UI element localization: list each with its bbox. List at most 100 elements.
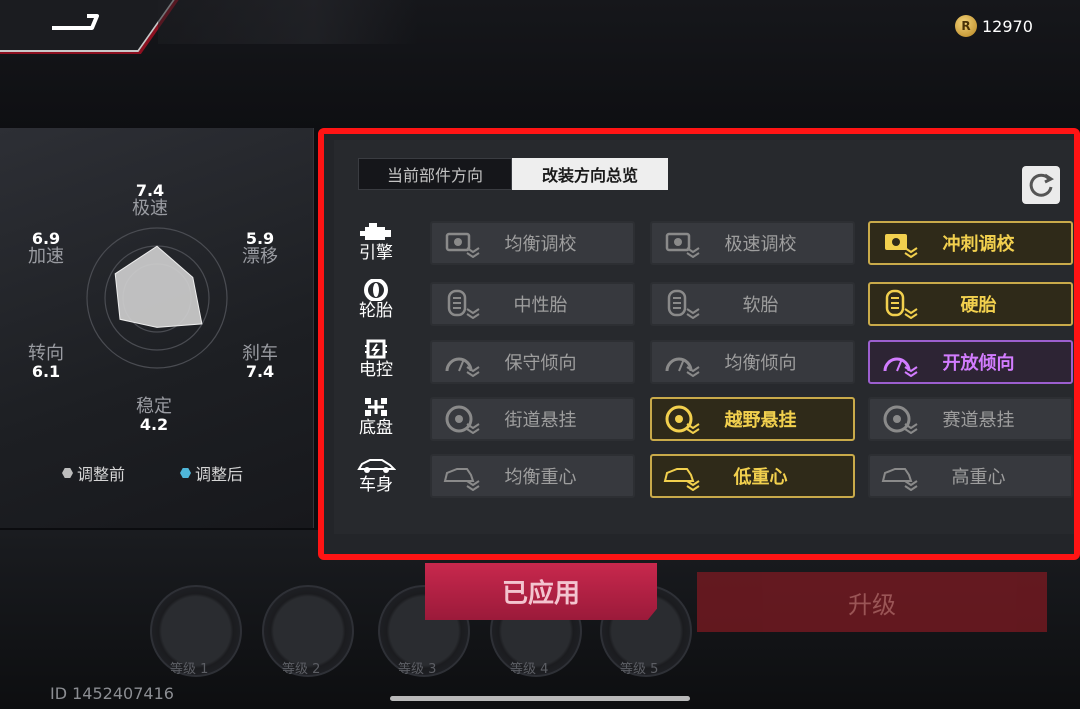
- option-suspension-offroad[interactable]: 越野悬挂: [650, 397, 855, 441]
- row-label-text: 引擎: [359, 243, 393, 263]
- engine-part-icon: [652, 228, 712, 258]
- stat-steering: 转向 6.1: [22, 344, 70, 381]
- row-label-text: 车身: [359, 475, 393, 495]
- brake-disc-icon: [652, 404, 712, 434]
- gauge-label: 等级 3: [398, 662, 437, 677]
- car-part-icon: [870, 461, 930, 491]
- gauge-part-icon: [870, 347, 930, 377]
- tire-part-icon: [432, 289, 492, 319]
- tire-part-icon: [870, 289, 930, 319]
- tab-current-direction[interactable]: 当前部件方向: [358, 158, 512, 190]
- chassis-icon: [365, 398, 387, 416]
- option-label: 极速调校: [724, 234, 797, 255]
- option-label: 街道悬挂: [504, 410, 577, 431]
- row-label-chassis: 底盘: [352, 396, 400, 438]
- tab-overview[interactable]: 改装方向总览: [512, 158, 668, 190]
- hexagon-icon: [62, 468, 73, 478]
- stat-value: 6.1: [31, 361, 61, 381]
- tab-bar: 当前部件方向 改装方向总览: [358, 158, 668, 190]
- row-label-text: 电控: [359, 360, 393, 380]
- gauge-label: 等级 5: [620, 662, 659, 677]
- option-body-low[interactable]: 低重心: [650, 454, 855, 498]
- gauge-label: 等级 2: [282, 662, 321, 677]
- stat-value: 4.2: [139, 414, 169, 434]
- option-label: 均衡调校: [504, 234, 577, 255]
- stat-top-speed: 7.4 极速: [126, 182, 174, 219]
- stat-acceleration: 6.9 加速: [22, 230, 70, 267]
- option-label: 保守倾向: [504, 353, 577, 374]
- stat-value: 7.4: [245, 361, 275, 381]
- option-suspension-street[interactable]: 街道悬挂: [430, 397, 635, 441]
- reset-button[interactable]: [1022, 166, 1060, 204]
- top-breadcrumb-tab: [158, 0, 418, 44]
- option-label: 冲刺调校: [942, 234, 1015, 255]
- option-body-balanced[interactable]: 均衡重心: [430, 454, 635, 498]
- engine-part-icon: [870, 228, 930, 258]
- tire-part-icon: [652, 289, 712, 319]
- option-tire-neutral[interactable]: 中性胎: [430, 282, 635, 326]
- option-ecu-open[interactable]: 开放倾向: [868, 340, 1073, 384]
- row-label-text: 轮胎: [359, 301, 393, 321]
- option-label: 硬胎: [960, 295, 997, 316]
- refresh-icon: [1029, 173, 1054, 197]
- brake-disc-icon: [432, 404, 492, 434]
- radar-stat-shape: [114, 245, 203, 328]
- option-tire-hard[interactable]: 硬胎: [868, 282, 1073, 326]
- radar-chart: [86, 227, 228, 369]
- user-id: ID 1452407416: [50, 684, 174, 703]
- gauge-part-icon: [652, 347, 712, 377]
- applied-button[interactable]: 已应用: [425, 563, 657, 620]
- coin-value: 12970: [982, 16, 1033, 36]
- option-tire-soft[interactable]: 软胎: [650, 282, 855, 326]
- engine-icon: [360, 223, 391, 240]
- legend-before: 调整前: [62, 461, 125, 485]
- stat-label: 极速: [132, 197, 168, 219]
- car-body-icon: [357, 459, 396, 473]
- option-label: 开放倾向: [942, 353, 1015, 374]
- home-indicator[interactable]: [390, 696, 690, 701]
- legend-before-label: 调整前: [77, 465, 126, 484]
- option-ecu-balanced[interactable]: 均衡倾向: [650, 340, 855, 384]
- option-engine-balanced[interactable]: 均衡调校: [430, 221, 635, 265]
- legend-after-label: 调整后: [195, 465, 244, 484]
- row-label-car-body: 车身: [352, 455, 400, 495]
- option-suspension-track[interactable]: 赛道悬挂: [868, 397, 1073, 441]
- option-body-high[interactable]: 高重心: [868, 454, 1073, 498]
- option-label: 软胎: [742, 295, 779, 316]
- car-part-icon: [652, 461, 712, 491]
- option-engine-sprint[interactable]: 冲刺调校: [868, 221, 1073, 265]
- gauge-label: 等级 4: [510, 662, 549, 677]
- coin-icon: R: [955, 15, 977, 37]
- row-label-text: 底盘: [359, 418, 393, 438]
- stat-brake: 刹车 7.4: [236, 344, 284, 381]
- back-arrow-icon[interactable]: [42, 8, 102, 34]
- option-label: 赛道悬挂: [942, 410, 1015, 431]
- stat-label: 漂移: [242, 245, 278, 267]
- option-label: 低重心: [733, 467, 788, 488]
- legend-after: 调整后: [180, 461, 243, 485]
- option-ecu-conservative[interactable]: 保守倾向: [430, 340, 635, 384]
- row-label-tire: 轮胎: [352, 279, 400, 321]
- stat-stability: 稳定 4.2: [130, 397, 178, 434]
- gauge-part-icon: [432, 347, 492, 377]
- tire-icon: [364, 279, 388, 301]
- option-label: 中性胎: [513, 295, 568, 316]
- brake-disc-icon: [870, 404, 930, 434]
- engine-part-icon: [432, 228, 492, 258]
- upgrade-button[interactable]: 升级: [697, 572, 1047, 632]
- option-engine-speed[interactable]: 极速调校: [650, 221, 855, 265]
- stats-panel: 7.4 极速 5.9 漂移 刹车 7.4 稳定 4.2 转向 6.1 6.9 加…: [0, 128, 314, 528]
- option-label: 越野悬挂: [724, 410, 797, 431]
- hexagon-icon: [180, 468, 191, 478]
- option-label: 均衡重心: [504, 467, 577, 488]
- option-label: 高重心: [951, 467, 1006, 488]
- row-label-engine: 引擎: [352, 223, 400, 263]
- row-label-chip: 电控: [352, 338, 400, 380]
- stat-label: 加速: [28, 245, 64, 267]
- option-label: 均衡倾向: [724, 353, 797, 374]
- car-part-icon: [432, 461, 492, 491]
- coin-balance: R 12970: [955, 14, 1033, 38]
- stat-drift: 5.9 漂移: [236, 230, 284, 267]
- chip-icon: [365, 339, 387, 359]
- gauge-label: 等级 1: [170, 662, 209, 677]
